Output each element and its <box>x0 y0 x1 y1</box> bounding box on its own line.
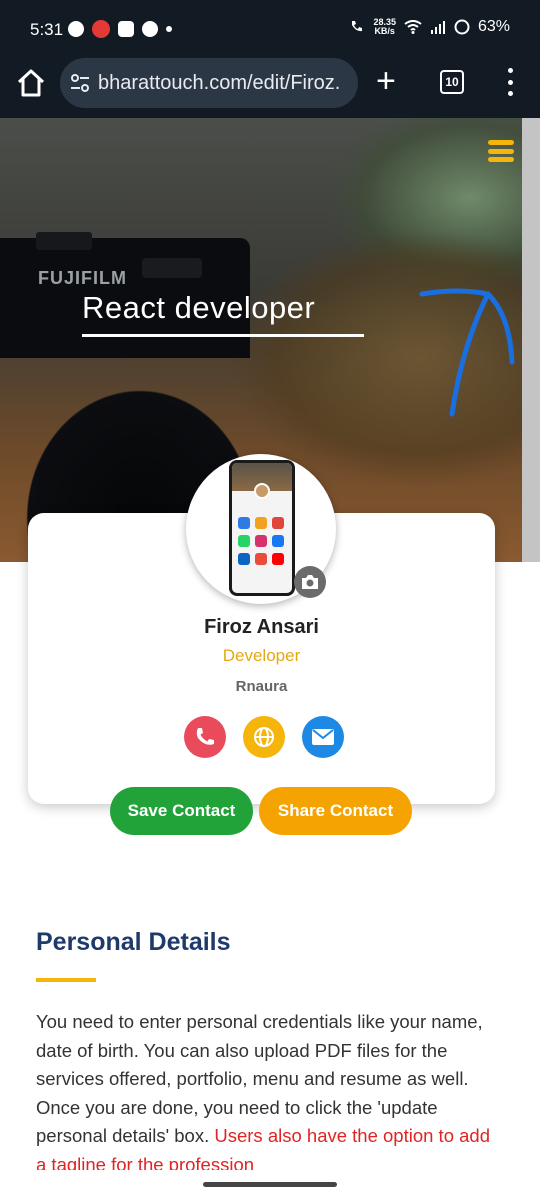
email-button[interactable] <box>302 716 344 758</box>
section-title: Personal Details <box>36 928 231 956</box>
profile-name: Firoz Ansari <box>204 616 319 638</box>
share-contact-button[interactable]: Share Contact <box>259 787 412 835</box>
more-notifications-icon <box>166 26 172 32</box>
camera-icon[interactable] <box>294 566 326 598</box>
wifi-icon <box>404 20 422 34</box>
battery-icon <box>454 19 470 35</box>
status-right: 28.35 KB/s 63% <box>349 18 510 36</box>
browser-toolbar: bharattouch.com/edit/Firoz. + 10 <box>0 56 540 118</box>
tune-icon[interactable] <box>70 73 90 93</box>
save-contact-button[interactable]: Save Contact <box>110 787 253 835</box>
camera-dial-graphic <box>142 258 202 278</box>
plus-icon[interactable]: + <box>376 64 396 98</box>
mail-icon <box>312 729 334 745</box>
annotation-arrow-icon <box>419 288 515 417</box>
net-speed: 28.35 KB/s <box>373 17 396 36</box>
notification-icons <box>68 20 172 38</box>
section-divider <box>36 978 96 982</box>
tabs-icon[interactable]: 10 <box>440 70 464 94</box>
wifi-call-icon <box>352 21 363 32</box>
profile-role: Developer <box>222 646 301 665</box>
tagline-underline <box>82 334 364 337</box>
phone-mockup-image <box>229 460 295 596</box>
page-scrollbar[interactable] <box>522 118 540 562</box>
tagline-input[interactable]: React developer <box>82 290 315 326</box>
battery-percent: 63% <box>477 18 510 35</box>
section-description: You need to enter personal credentials l… <box>36 1008 496 1170</box>
camera-brand-text: FUJIFILM <box>38 268 127 288</box>
url-text: bharattouch.com/edit/Firoz. <box>98 71 341 94</box>
address-bar[interactable]: bharattouch.com/edit/Firoz. <box>60 58 358 108</box>
tab-count: 10 <box>445 75 459 89</box>
instagram-notification-icon <box>118 21 134 37</box>
gesture-home-bar[interactable] <box>203 1182 337 1187</box>
website-button[interactable] <box>243 716 285 758</box>
profile-company: Rnaura <box>235 678 288 695</box>
signal-icon <box>430 21 445 34</box>
camera-dial-graphic <box>36 232 92 250</box>
globe-icon <box>254 727 274 747</box>
chat-notification-icon <box>68 21 84 37</box>
home-icon[interactable] <box>14 66 48 100</box>
more-vert-icon[interactable] <box>506 68 514 96</box>
call-button[interactable] <box>184 716 226 758</box>
message-notification-icon <box>142 21 158 37</box>
phone-icon <box>196 728 214 745</box>
hamburger-icon[interactable] <box>488 140 514 162</box>
jio-notification-icon <box>92 20 110 38</box>
status-time: 5:31 <box>30 20 64 39</box>
status-bar: 5:31 28.35 KB/s 63% <box>0 0 540 56</box>
